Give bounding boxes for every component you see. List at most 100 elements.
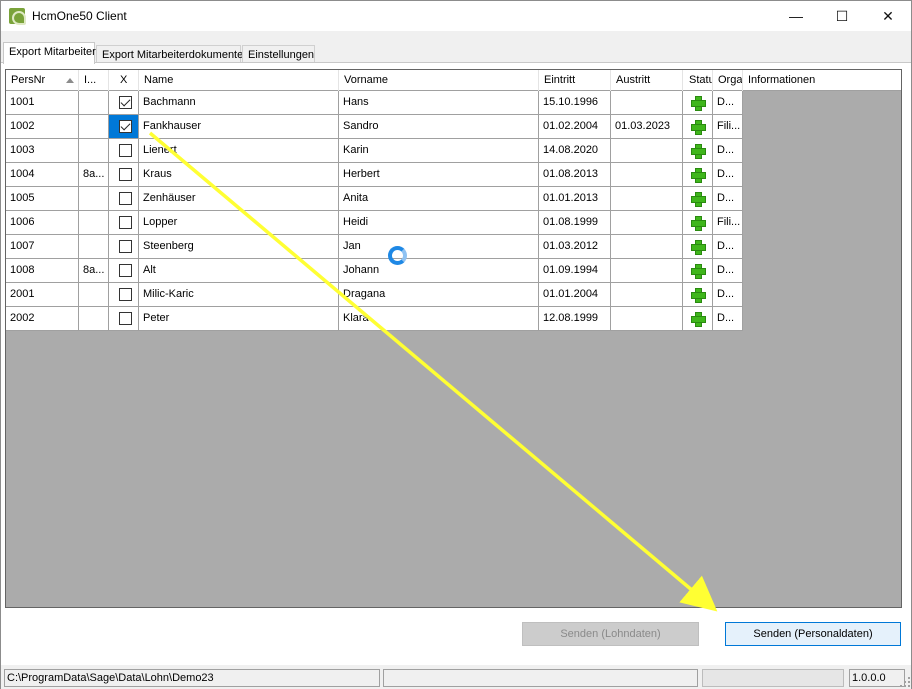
cell-name: Bachmann — [139, 91, 339, 114]
cell-i — [79, 235, 109, 258]
cell-austritt — [611, 283, 683, 306]
cell-status[interactable] — [683, 283, 713, 306]
cell-status[interactable] — [683, 211, 713, 234]
cell-export-checkbox[interactable] — [109, 139, 139, 162]
cell-persnr: 2002 — [6, 307, 79, 330]
cell-status[interactable] — [683, 307, 713, 330]
cell-orga: D... — [713, 91, 743, 114]
status-plus-icon[interactable] — [691, 96, 706, 111]
checkbox-unchecked-icon[interactable] — [119, 144, 132, 157]
cell-vorname: Herbert — [339, 163, 539, 186]
app-logo-icon — [9, 8, 26, 25]
checkbox-unchecked-icon[interactable] — [119, 192, 132, 205]
cell-export-checkbox[interactable] — [109, 211, 139, 234]
cell-austritt — [611, 259, 683, 282]
cell-status[interactable] — [683, 163, 713, 186]
close-button[interactable]: ✕ — [865, 1, 911, 31]
table-row[interactable]: 1003 Lienert Karin 14.08.2020 D... — [6, 139, 743, 163]
cell-export-checkbox[interactable] — [109, 187, 139, 210]
cell-status[interactable] — [683, 91, 713, 114]
cell-export-checkbox[interactable] — [109, 259, 139, 282]
status-plus-icon[interactable] — [691, 192, 706, 207]
cell-eintritt: 01.09.1994 — [539, 259, 611, 282]
cell-persnr: 1004 — [6, 163, 79, 186]
column-header-vorname[interactable]: Vorname — [339, 70, 539, 91]
status-plus-icon[interactable] — [691, 120, 706, 135]
grid-header: PersNr I... X Name Vorname Eintritt Aust… — [6, 70, 901, 91]
tab-export-mitarbeiter[interactable]: Export Mitarbeiter — [3, 42, 96, 64]
status-plus-icon[interactable] — [691, 264, 706, 279]
table-row[interactable]: 1002 Fankhauser Sandro 01.02.2004 01.03.2023… — [6, 115, 743, 139]
cell-eintritt: 01.01.2004 — [539, 283, 611, 306]
grid-rows: 1001 Bachmann Hans 15.10.1996 D... 1002 Fankha… — [6, 91, 743, 331]
cell-status[interactable] — [683, 235, 713, 258]
status-plus-icon[interactable] — [691, 168, 706, 183]
cell-export-checkbox[interactable] — [109, 91, 139, 114]
resize-grip-icon[interactable] — [900, 677, 910, 687]
checkbox-unchecked-icon[interactable] — [119, 312, 132, 325]
cell-export-checkbox[interactable] — [109, 307, 139, 330]
table-row[interactable]: 2001 Milic-Karic Dragana 01.01.2004 D... — [6, 283, 743, 307]
column-header-austritt[interactable]: Austritt — [611, 70, 683, 91]
cell-export-checkbox[interactable] — [109, 283, 139, 306]
column-header-eintritt[interactable]: Eintritt — [539, 70, 611, 91]
status-plus-icon[interactable] — [691, 288, 706, 303]
cell-persnr: 1001 — [6, 91, 79, 114]
column-header-orga[interactable]: Orga — [713, 70, 743, 91]
checkbox-unchecked-icon[interactable] — [119, 264, 132, 277]
column-header-status[interactable]: Statu — [683, 70, 713, 91]
cell-export-checkbox[interactable] — [109, 115, 139, 138]
checkbox-unchecked-icon[interactable] — [119, 288, 132, 301]
checkbox-unchecked-icon[interactable] — [119, 216, 132, 229]
column-header-x[interactable]: X — [109, 70, 139, 91]
cell-persnr: 1006 — [6, 211, 79, 234]
cell-status[interactable] — [683, 187, 713, 210]
employee-grid[interactable]: PersNr I... X Name Vorname Eintritt Aust… — [5, 69, 902, 608]
cell-austritt — [611, 307, 683, 330]
cell-orga: D... — [713, 307, 743, 330]
checkbox-unchecked-icon[interactable] — [119, 240, 132, 253]
cell-export-checkbox[interactable] — [109, 163, 139, 186]
column-header-informationen[interactable]: Informationen — [743, 70, 901, 91]
status-plus-icon[interactable] — [691, 144, 706, 159]
column-header-i[interactable]: I... — [79, 70, 109, 91]
cell-status[interactable] — [683, 139, 713, 162]
cell-status[interactable] — [683, 115, 713, 138]
cell-i — [79, 115, 109, 138]
send-payroll-button[interactable]: Senden (Lohndaten) — [522, 622, 699, 646]
checkbox-checked-icon[interactable] — [119, 120, 132, 133]
table-row[interactable]: 1005 Zenhäuser Anita 01.01.2013 D... — [6, 187, 743, 211]
table-row[interactable]: 1001 Bachmann Hans 15.10.1996 D... — [6, 91, 743, 115]
checkbox-unchecked-icon[interactable] — [119, 168, 132, 181]
cell-austritt — [611, 163, 683, 186]
table-row[interactable]: 1007 Steenberg Jan 01.03.2012 D... — [6, 235, 743, 259]
cell-status[interactable] — [683, 259, 713, 282]
table-row[interactable]: 1008 8a... Alt Johann 01.09.1994 D... — [6, 259, 743, 283]
status-plus-icon[interactable] — [691, 240, 706, 255]
table-row[interactable]: 1004 8a... Kraus Herbert 01.08.2013 D... — [6, 163, 743, 187]
cell-name: Zenhäuser — [139, 187, 339, 210]
cell-name: Milic-Karic — [139, 283, 339, 306]
cell-name: Lopper — [139, 211, 339, 234]
cell-vorname: Heidi — [339, 211, 539, 234]
status-version: 1.0.0.0 — [849, 669, 905, 687]
cell-name: Kraus — [139, 163, 339, 186]
status-plus-icon[interactable] — [691, 312, 706, 327]
cell-persnr: 2001 — [6, 283, 79, 306]
table-row[interactable]: 1006 Lopper Heidi 01.08.1999 Fili... — [6, 211, 743, 235]
cell-vorname: Anita — [339, 187, 539, 210]
cell-export-checkbox[interactable] — [109, 235, 139, 258]
send-personnel-button[interactable]: Senden (Personaldaten) — [725, 622, 901, 646]
column-header-name[interactable]: Name — [139, 70, 339, 91]
minimize-button[interactable]: — — [773, 1, 819, 31]
column-header-persnr[interactable]: PersNr — [6, 70, 79, 91]
status-plus-icon[interactable] — [691, 216, 706, 231]
maximize-button[interactable]: ☐ — [819, 1, 865, 31]
cell-i — [79, 187, 109, 210]
tab-strip: Export Mitarbeiter Export Mitarbeiterdok… — [1, 42, 911, 64]
table-row[interactable]: 2002 Peter Klara 12.08.1999 D... — [6, 307, 743, 331]
cell-persnr: 1005 — [6, 187, 79, 210]
cell-orga: D... — [713, 259, 743, 282]
cell-eintritt: 01.01.2013 — [539, 187, 611, 210]
checkbox-checked-icon[interactable] — [119, 96, 132, 109]
